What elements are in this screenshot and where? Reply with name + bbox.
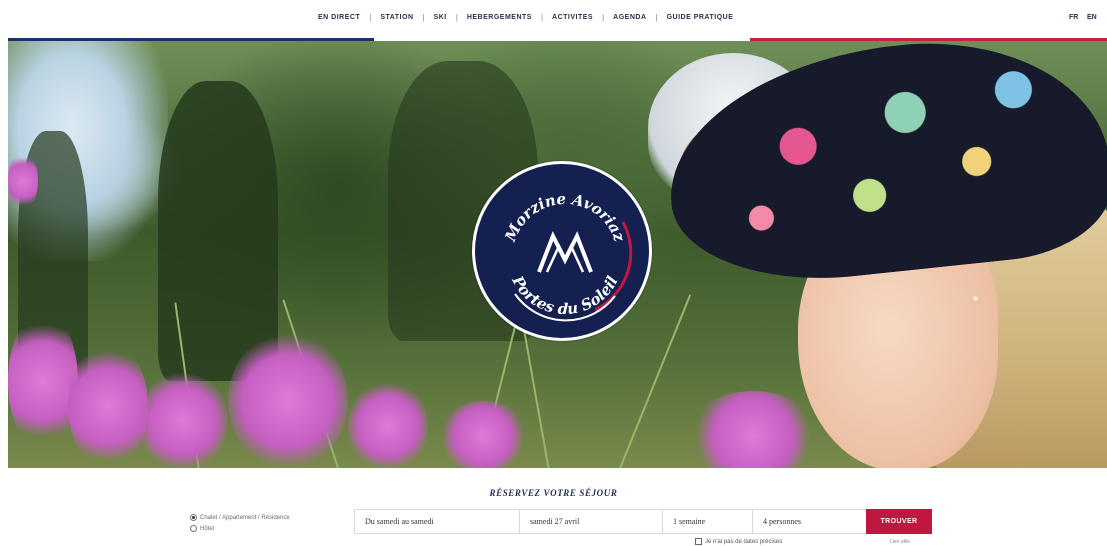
flexible-dates-label: Je n'ai pas de dates précises (705, 538, 783, 545)
radio-label: Hôtel (200, 525, 215, 532)
radio-hotel[interactable]: Hôtel (190, 523, 290, 534)
nav-separator: | (422, 13, 425, 22)
radio-button[interactable] (190, 525, 197, 532)
nav-separator: | (455, 13, 458, 22)
nav-item-station[interactable]: STATION (380, 14, 413, 21)
people-select[interactable]: 4 personnes (753, 510, 866, 533)
hero-girl-earring (973, 296, 978, 301)
flower (228, 331, 348, 468)
hero-tree (158, 81, 278, 381)
morzine-avoriaz-logo[interactable]: Morzine Avoriaz Portes du Soleil (472, 161, 652, 341)
small-link[interactable]: Lien utile (890, 539, 910, 545)
flexible-dates-checkbox[interactable] (695, 538, 702, 545)
period-select[interactable]: Du samedi au samedi (355, 510, 520, 533)
duration-select[interactable]: 1 semaine (663, 510, 753, 533)
flower (138, 371, 228, 468)
nav-item-hebergements[interactable]: HEBERGEMENTS (467, 14, 532, 21)
radio-label: Chalet / Appartement / Résidence (200, 514, 290, 521)
search-button[interactable]: TROUVER (866, 509, 932, 534)
language-fr-link[interactable]: FR (1069, 14, 1078, 21)
top-navigation: EN DIRECT | STATION | SKI | HEBERGEMENTS… (0, 0, 1107, 38)
flower (68, 341, 148, 468)
main-menu: EN DIRECT | STATION | SKI | HEBERGEMENTS… (318, 13, 733, 22)
flower (348, 381, 428, 468)
booking-title: RÉSERVEZ VOTRE SÉJOUR (489, 488, 618, 498)
radio-button-checked[interactable] (190, 514, 197, 521)
flower (688, 391, 818, 468)
logo-bottom-text: Portes du Soleil (508, 272, 622, 318)
radio-chalet-appartement[interactable]: Chalet / Appartement / Résidence (190, 512, 290, 523)
flower (8, 151, 38, 211)
logo-top-text: Morzine Avoriaz (501, 190, 629, 245)
flexible-dates-option[interactable]: Je n'ai pas de dates précises (695, 538, 782, 545)
nav-separator: | (602, 13, 605, 22)
date-field[interactable]: samedi 27 avril (520, 510, 663, 533)
nav-separator: | (369, 13, 372, 22)
accommodation-type-radio-group: Chalet / Appartement / Résidence Hôtel (190, 512, 290, 534)
nav-separator: | (655, 13, 658, 22)
booking-fields: Du samedi au samedi samedi 27 avril 1 se… (354, 509, 867, 534)
language-en-link[interactable]: EN (1087, 14, 1097, 21)
mountain-mm-icon (537, 231, 593, 273)
flower (8, 311, 78, 451)
flower (438, 401, 528, 468)
nav-item-guide-pratique[interactable]: GUIDE PRATIQUE (667, 14, 734, 21)
nav-item-activites[interactable]: ACTIVITES (552, 14, 593, 21)
nav-item-agenda[interactable]: AGENDA (613, 14, 646, 21)
nav-separator: | (540, 13, 544, 22)
nav-item-ski[interactable]: SKI (434, 14, 447, 21)
nav-item-en-direct[interactable]: EN DIRECT (318, 14, 360, 21)
